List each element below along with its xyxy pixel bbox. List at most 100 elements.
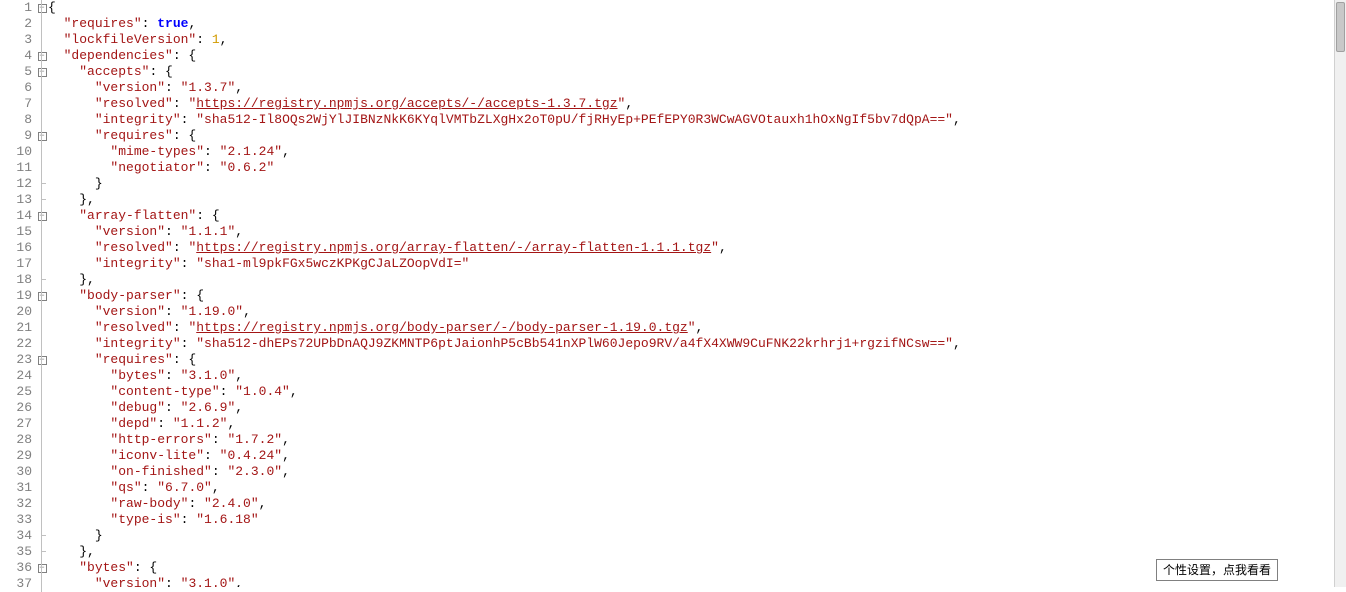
code-line[interactable]: },: [48, 272, 1346, 288]
settings-tooltip[interactable]: 个性设置，点我看看: [1156, 559, 1278, 581]
code-line[interactable]: "bytes": "3.1.0",: [48, 368, 1346, 384]
code-line[interactable]: "on-finished": "2.3.0",: [48, 464, 1346, 480]
code-line[interactable]: "lockfileVersion": 1,: [48, 32, 1346, 48]
line-number: 11: [0, 160, 32, 176]
line-number: 4: [0, 48, 32, 64]
fold-marker: [36, 544, 48, 560]
line-number: 9: [0, 128, 32, 144]
fold-toggle-icon[interactable]: −: [36, 48, 48, 64]
code-line[interactable]: "requires": {: [48, 128, 1346, 144]
code-line[interactable]: "requires": true,: [48, 16, 1346, 32]
code-line[interactable]: "iconv-lite": "0.4.24",: [48, 448, 1346, 464]
line-number: 14: [0, 208, 32, 224]
line-number: 28: [0, 432, 32, 448]
fold-toggle-icon[interactable]: −: [36, 288, 48, 304]
fold-toggle-icon[interactable]: −: [36, 64, 48, 80]
line-number: 32: [0, 496, 32, 512]
fold-toggle-icon[interactable]: −: [36, 560, 48, 576]
line-number: 31: [0, 480, 32, 496]
fold-marker: [36, 16, 48, 32]
code-line[interactable]: "depd": "1.1.2",: [48, 416, 1346, 432]
code-line[interactable]: "content-type": "1.0.4",: [48, 384, 1346, 400]
code-line[interactable]: },: [48, 192, 1346, 208]
code-line[interactable]: "mime-types": "2.1.24",: [48, 144, 1346, 160]
line-number: 20: [0, 304, 32, 320]
code-line[interactable]: "resolved": "https://registry.npmjs.org/…: [48, 96, 1346, 112]
fold-marker: [36, 400, 48, 416]
line-number: 2: [0, 16, 32, 32]
line-number: 29: [0, 448, 32, 464]
line-number: 1: [0, 0, 32, 16]
fold-marker: [36, 176, 48, 192]
line-number: 8: [0, 112, 32, 128]
code-line[interactable]: "version": "3.1.0",: [48, 576, 1346, 587]
fold-marker: [36, 368, 48, 384]
code-line[interactable]: "qs": "6.7.0",: [48, 480, 1346, 496]
line-number: 24: [0, 368, 32, 384]
code-line[interactable]: "requires": {: [48, 352, 1346, 368]
fold-marker: [36, 112, 48, 128]
fold-toggle-icon[interactable]: −: [36, 208, 48, 224]
scrollbar-thumb[interactable]: [1336, 2, 1345, 52]
line-number-gutter: 1234567891011121314151617181920212223242…: [0, 0, 36, 587]
line-number: 15: [0, 224, 32, 240]
fold-marker: [36, 336, 48, 352]
code-line[interactable]: {: [48, 0, 1346, 16]
line-number: 37: [0, 576, 32, 592]
code-editor: 1234567891011121314151617181920212223242…: [0, 0, 1346, 587]
fold-toggle-icon[interactable]: −: [36, 128, 48, 144]
fold-marker: [36, 448, 48, 464]
code-line[interactable]: "bytes": {: [48, 560, 1346, 576]
code-line[interactable]: "version": "1.3.7",: [48, 80, 1346, 96]
code-line[interactable]: "resolved": "https://registry.npmjs.org/…: [48, 320, 1346, 336]
fold-toggle-icon[interactable]: −: [36, 0, 48, 16]
fold-marker: [36, 528, 48, 544]
line-number: 17: [0, 256, 32, 272]
code-line[interactable]: "integrity": "sha512-dhEPs72UPbDnAQJ9ZKM…: [48, 336, 1346, 352]
code-line[interactable]: "version": "1.19.0",: [48, 304, 1346, 320]
line-number: 30: [0, 464, 32, 480]
code-line[interactable]: "raw-body": "2.4.0",: [48, 496, 1346, 512]
fold-marker: [36, 304, 48, 320]
code-line[interactable]: }: [48, 528, 1346, 544]
line-number: 13: [0, 192, 32, 208]
code-line[interactable]: "debug": "2.6.9",: [48, 400, 1346, 416]
code-line[interactable]: "version": "1.1.1",: [48, 224, 1346, 240]
fold-marker: [36, 496, 48, 512]
code-line[interactable]: "accepts": {: [48, 64, 1346, 80]
fold-marker: [36, 224, 48, 240]
code-line[interactable]: "resolved": "https://registry.npmjs.org/…: [48, 240, 1346, 256]
fold-toggle-icon[interactable]: −: [36, 352, 48, 368]
fold-marker: [36, 192, 48, 208]
line-number: 10: [0, 144, 32, 160]
code-line[interactable]: "integrity": "sha1-ml9pkFGx5wczKPKgCJaLZ…: [48, 256, 1346, 272]
fold-marker: [36, 480, 48, 496]
line-number: 19: [0, 288, 32, 304]
fold-marker: [36, 320, 48, 336]
fold-marker: [36, 32, 48, 48]
line-number: 3: [0, 32, 32, 48]
code-line[interactable]: "body-parser": {: [48, 288, 1346, 304]
code-line[interactable]: "dependencies": {: [48, 48, 1346, 64]
fold-marker: [36, 464, 48, 480]
fold-marker: [36, 432, 48, 448]
code-line[interactable]: }: [48, 176, 1346, 192]
line-number: 27: [0, 416, 32, 432]
code-line[interactable]: "array-flatten": {: [48, 208, 1346, 224]
code-line[interactable]: "integrity": "sha512-Il8OQs2WjYlJIBNzNkK…: [48, 112, 1346, 128]
code-line[interactable]: },: [48, 544, 1346, 560]
code-area[interactable]: { "requires": true, "lockfileVersion": 1…: [48, 0, 1346, 587]
fold-marker: [36, 144, 48, 160]
fold-marker: [36, 416, 48, 432]
line-number: 6: [0, 80, 32, 96]
code-line[interactable]: "type-is": "1.6.18": [48, 512, 1346, 528]
fold-marker: [36, 512, 48, 528]
fold-marker: [36, 80, 48, 96]
vertical-scrollbar[interactable]: [1334, 0, 1346, 587]
line-number: 21: [0, 320, 32, 336]
code-line[interactable]: "negotiator": "0.6.2": [48, 160, 1346, 176]
code-line[interactable]: "http-errors": "1.7.2",: [48, 432, 1346, 448]
line-number: 23: [0, 352, 32, 368]
line-number: 26: [0, 400, 32, 416]
line-number: 12: [0, 176, 32, 192]
